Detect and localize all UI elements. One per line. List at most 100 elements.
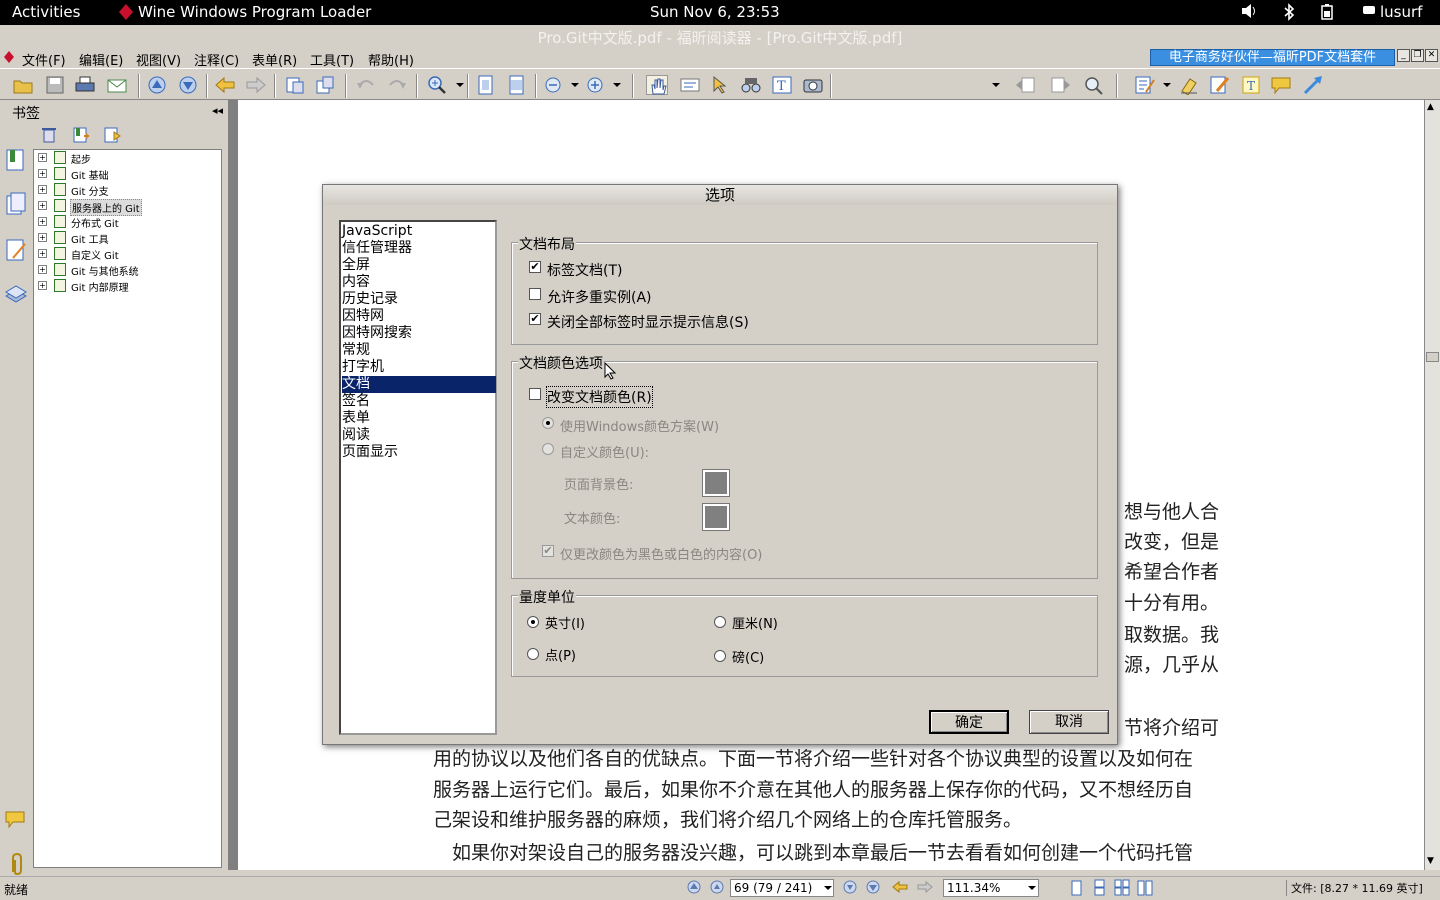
battery-icon[interactable]	[1320, 3, 1334, 25]
print-icon[interactable]	[74, 75, 96, 95]
cm-label[interactable]: 厘米(N)	[732, 613, 778, 632]
find-next-icon[interactable]	[1050, 75, 1072, 95]
cancel-button[interactable]: 取消	[1029, 710, 1109, 734]
app-menu[interactable]: Wine Windows Program Loader	[138, 3, 371, 21]
zoom-in-icon[interactable]	[426, 75, 448, 95]
category-item[interactable]: 常规	[342, 342, 496, 359]
find-prev-icon[interactable]	[1014, 75, 1036, 95]
category-item[interactable]: 打字机	[342, 359, 496, 376]
cm-radio[interactable]	[714, 616, 726, 628]
collapse-panel-icon[interactable]: ◂◂	[212, 104, 223, 117]
change-color-label[interactable]: 改变文档颜色(R)	[546, 386, 653, 408]
menu-help[interactable]: 帮助(H)	[368, 50, 414, 69]
hand-tool-icon[interactable]	[646, 75, 668, 95]
ok-button[interactable]: 确定	[929, 710, 1009, 734]
zoom-out-circle-icon[interactable]	[543, 75, 565, 95]
category-item[interactable]: 文档	[342, 376, 496, 393]
only-bw-label[interactable]: 仅更改颜色为黑色或白色的内容(O)	[560, 544, 762, 563]
status-forward-icon[interactable]	[917, 880, 933, 897]
scroll-thumb[interactable]	[1426, 352, 1439, 362]
expand-icon[interactable]: +	[38, 233, 47, 242]
status-next-page-icon[interactable]	[842, 879, 858, 898]
change-color-checkbox[interactable]	[529, 388, 541, 400]
category-item[interactable]: 签名	[342, 393, 496, 410]
comments-panel-icon[interactable]	[4, 808, 28, 837]
single-page-icon[interactable]	[1068, 879, 1084, 900]
tabbed-document-checkbox[interactable]: ✔	[529, 261, 541, 273]
window-title-bar[interactable]: Pro.Git中文版.pdf - 福昕阅读器 - [Pro.Git中文版.pdf…	[0, 25, 1440, 47]
category-item[interactable]: 信任管理器	[342, 240, 496, 257]
custom-color-radio[interactable]	[542, 443, 554, 455]
category-item[interactable]: 因特网搜索	[342, 325, 496, 342]
app-icon[interactable]	[3, 50, 15, 68]
extract-icon[interactable]	[284, 75, 306, 95]
expand-icon[interactable]: +	[38, 169, 47, 178]
undo-icon[interactable]	[355, 75, 377, 95]
menu-view[interactable]: 视图(V)	[136, 50, 181, 69]
category-item[interactable]: 表单	[342, 410, 496, 427]
close-prompt-label[interactable]: 关闭全部标签时显示提示信息(S)	[547, 312, 749, 332]
volume-icon[interactable]	[1240, 3, 1258, 23]
bookmarks-tab-icon[interactable]	[4, 148, 28, 177]
text-color-swatch[interactable]	[702, 503, 730, 531]
inch-radio[interactable]	[527, 616, 539, 628]
menu-comment[interactable]: 注释(C)	[194, 50, 239, 69]
save-icon[interactable]	[44, 75, 66, 95]
activities-button[interactable]: Activities	[12, 3, 80, 21]
typewriter-icon[interactable]: T	[771, 75, 793, 95]
windows-scheme-label[interactable]: 使用Windows颜色方案(W)	[560, 416, 719, 435]
prev-page-icon[interactable]	[146, 75, 168, 95]
select-annotation-icon[interactable]	[709, 75, 731, 95]
category-item[interactable]: JavaScript	[342, 223, 496, 240]
vertical-scrollbar[interactable]: ▲ ▼	[1424, 100, 1440, 870]
user-menu[interactable]: lusurf	[1380, 3, 1422, 21]
inch-label[interactable]: 英寸(I)	[545, 613, 585, 632]
redo-icon[interactable]	[386, 75, 408, 95]
point-radio[interactable]	[527, 648, 539, 660]
snapshot-icon[interactable]	[802, 75, 824, 95]
next-page-icon[interactable]	[177, 75, 199, 95]
attachments-icon[interactable]	[6, 852, 26, 879]
zoom-field[interactable]: 111.34%	[943, 879, 1039, 897]
cover-icon[interactable]	[1137, 879, 1153, 900]
back-icon[interactable]	[214, 75, 236, 95]
pica-radio[interactable]	[714, 650, 726, 662]
windows-scheme-radio[interactable]	[542, 417, 554, 429]
delete-bookmark-icon[interactable]	[40, 126, 58, 147]
page-number-field[interactable]: 69 (79 / 241)	[730, 879, 834, 897]
find-icon[interactable]	[740, 75, 762, 95]
tabbed-document-label[interactable]: 标签文档(T)	[547, 260, 622, 280]
multi-instance-label[interactable]: 允许多重实例(A)	[547, 287, 652, 307]
textbox-icon[interactable]: T	[1240, 75, 1262, 95]
close-prompt-checkbox[interactable]: ✔	[529, 313, 541, 325]
expand-icon[interactable]: +	[38, 185, 47, 194]
expand-icon[interactable]: +	[38, 249, 47, 258]
email-icon[interactable]	[106, 75, 128, 95]
close-button[interactable]: ✕	[1425, 49, 1438, 62]
last-page-icon[interactable]	[865, 879, 881, 898]
pencil-icon[interactable]	[1209, 75, 1231, 95]
category-item[interactable]: 内容	[342, 274, 496, 291]
promo-banner[interactable]: 电子商务好伙伴—福昕PDF文档套件	[1150, 49, 1395, 66]
note-icon[interactable]	[1134, 75, 1156, 95]
layers-tab-icon[interactable]	[4, 282, 28, 311]
scroll-down-icon[interactable]: ▼	[1427, 856, 1434, 866]
expand-icon[interactable]: +	[38, 281, 47, 290]
continuous-icon[interactable]	[1091, 879, 1107, 900]
select-text-icon[interactable]	[679, 75, 701, 95]
search-icon[interactable]	[1083, 75, 1105, 95]
menu-edit[interactable]: 编辑(E)	[79, 50, 123, 69]
fit-width-icon[interactable]	[506, 75, 528, 95]
bluetooth-icon[interactable]	[1283, 3, 1295, 25]
category-item[interactable]: 因特网	[342, 308, 496, 325]
status-back-icon[interactable]	[892, 880, 908, 897]
pages-tab-icon[interactable]	[4, 192, 28, 221]
dialog-title[interactable]: 选项	[323, 185, 1117, 205]
expand-icon[interactable]: +	[38, 265, 47, 274]
expand-icon[interactable]: +	[38, 217, 47, 226]
open-icon[interactable]	[12, 75, 34, 95]
first-page-icon[interactable]	[686, 879, 702, 898]
annotations-tab-icon[interactable]	[4, 238, 28, 267]
pica-label[interactable]: 磅(C)	[732, 647, 764, 666]
add-bookmark-icon[interactable]	[72, 126, 90, 147]
